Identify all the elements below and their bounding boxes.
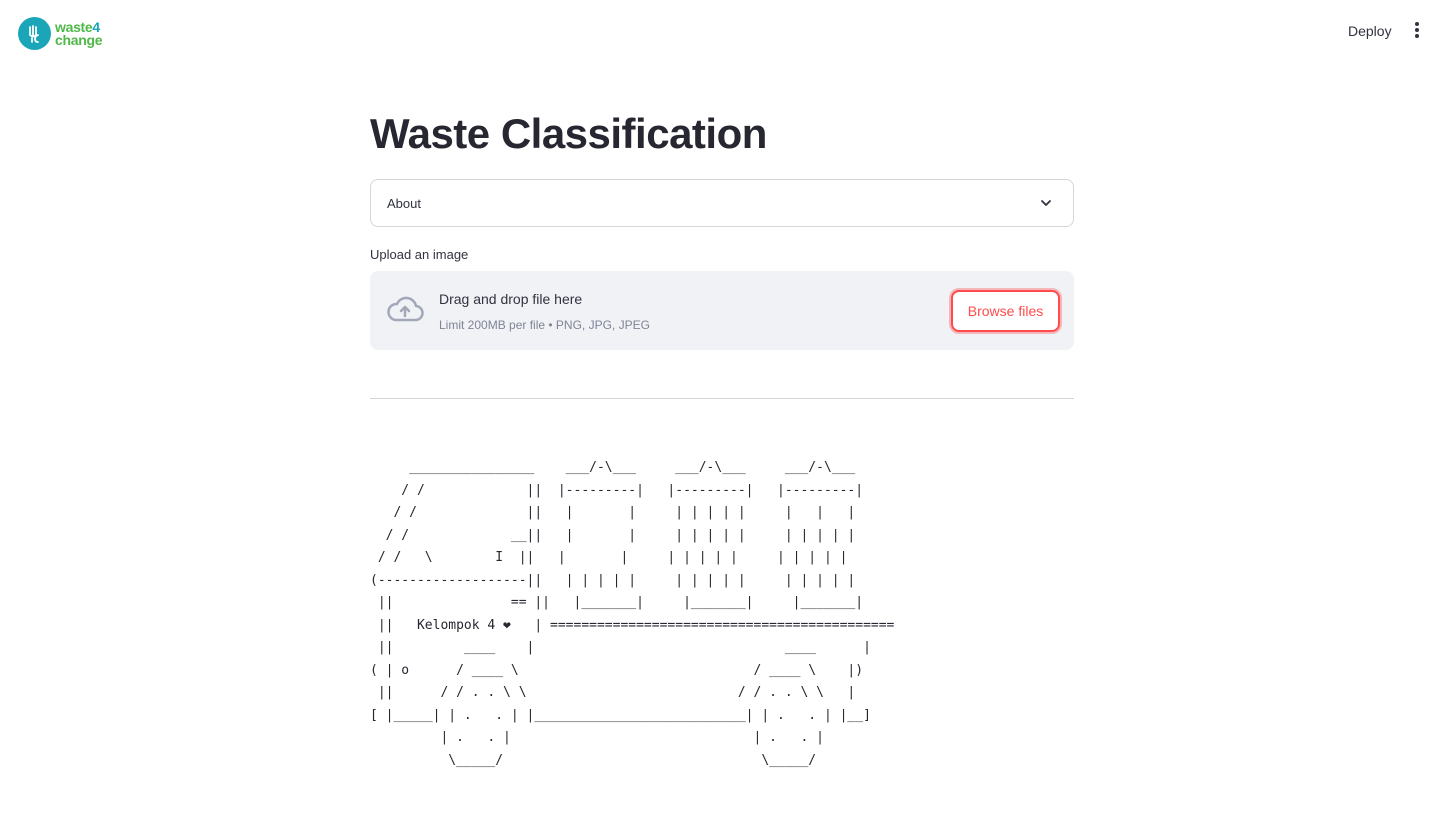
expander-label: About: [387, 195, 421, 211]
page-title: Waste Classification: [370, 110, 767, 157]
dropzone-limits: Limit 200MB per file • PNG, JPG, JPEG: [439, 318, 650, 332]
app-header: waste4 change Deploy: [0, 0, 1456, 62]
deploy-button[interactable]: Deploy: [1338, 18, 1402, 44]
chevron-down-icon: [1041, 200, 1051, 206]
about-expander[interactable]: About: [370, 179, 1074, 227]
file-dropzone[interactable]: Drag and drop file here Limit 200MB per …: [370, 271, 1074, 350]
logo-mark-icon: [18, 17, 51, 50]
more-vertical-icon: [1415, 22, 1419, 38]
section-divider: [370, 398, 1074, 399]
dropzone-title: Drag and drop file here: [439, 291, 583, 307]
browse-files-button[interactable]: Browse files: [951, 290, 1060, 332]
main-menu-button[interactable]: [1404, 16, 1430, 44]
ascii-art-garbage-truck: ________________ ___/-\___ ___/-\___ ___…: [370, 460, 895, 768]
cloud-upload-icon: [387, 296, 424, 322]
logo-wordmark: waste4 change: [55, 18, 103, 48]
uploader-label: Upload an image: [370, 247, 469, 262]
waste4change-logo[interactable]: waste4 change: [18, 17, 103, 50]
